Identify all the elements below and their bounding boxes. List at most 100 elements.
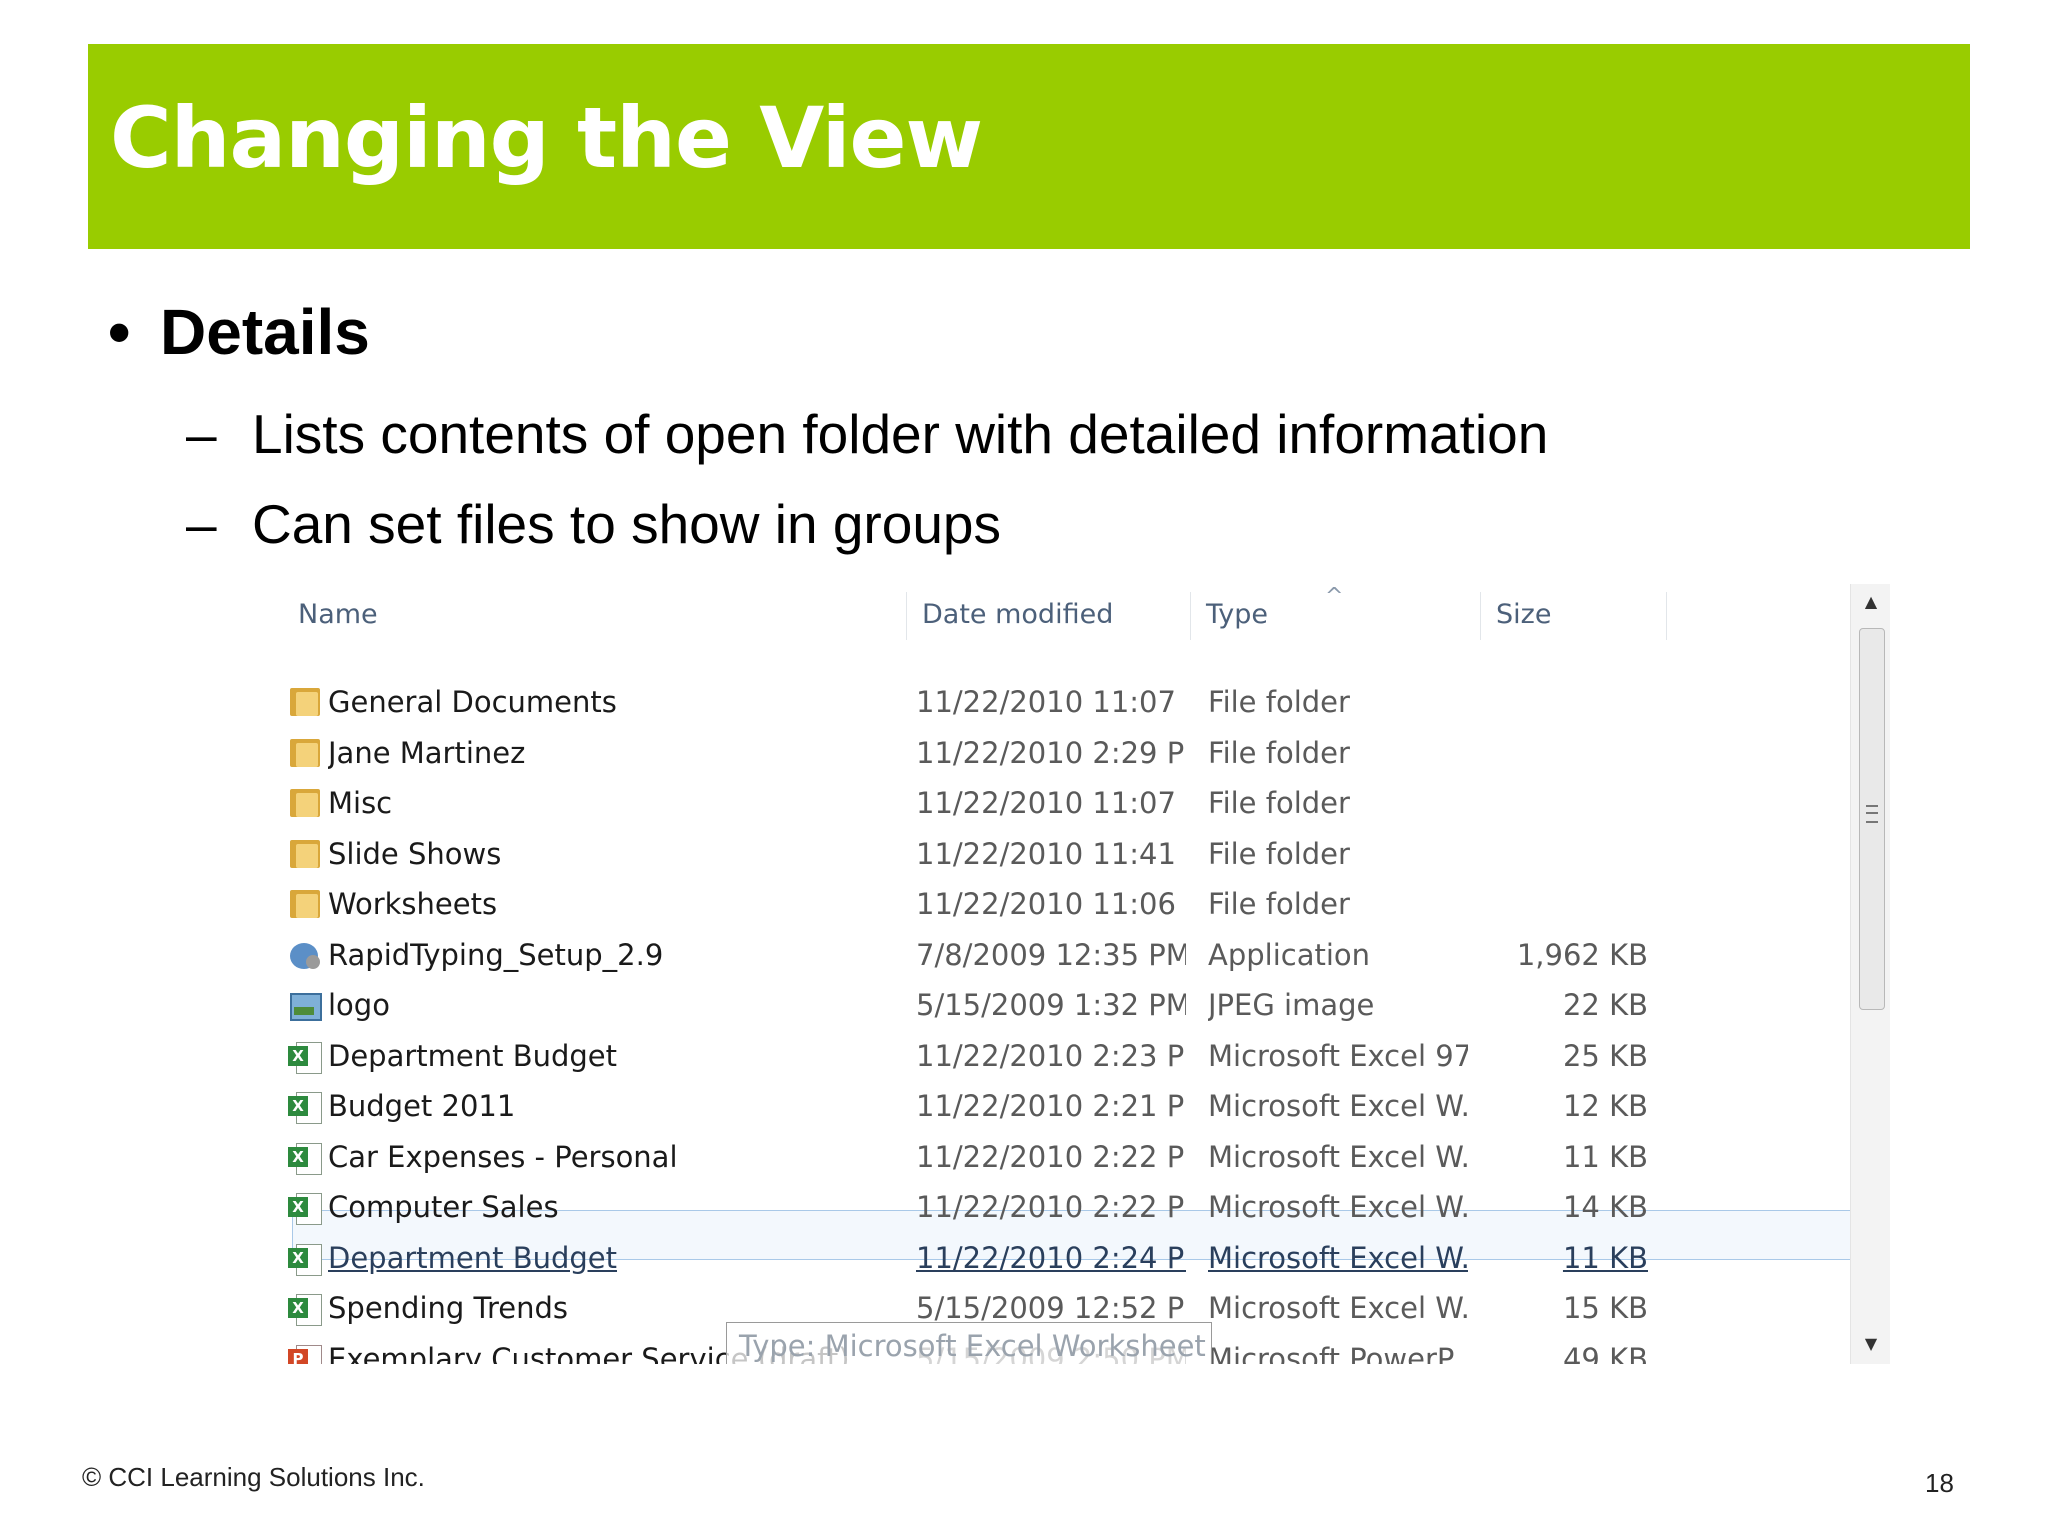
file-date-modified: 11/22/2010 11:07 ... — [916, 685, 1186, 719]
file-date-modified: 11/22/2010 2:21 PM — [916, 1089, 1186, 1123]
column-divider[interactable] — [906, 592, 907, 640]
file-name: Car Expenses - Personal — [328, 1140, 678, 1174]
file-type: Microsoft Excel W... — [1208, 1140, 1468, 1174]
column-divider[interactable] — [1480, 592, 1481, 640]
excel-icon: X — [288, 1090, 322, 1124]
scroll-thumb[interactable] — [1859, 628, 1885, 1010]
column-header-date-modified[interactable]: Date modified — [922, 584, 1172, 646]
subbullet-1: – Lists contents of open folder with deta… — [186, 407, 1548, 462]
file-type: File folder — [1208, 887, 1350, 921]
folder-icon — [288, 838, 322, 870]
file-name: Misc — [328, 786, 393, 820]
vertical-scrollbar[interactable]: ▲ ▼ — [1850, 584, 1890, 1364]
file-type: File folder — [1208, 837, 1350, 871]
file-row[interactable]: Worksheets 11/22/2010 11:06 ... File folde… — [288, 880, 1890, 928]
folder-icon — [288, 787, 322, 819]
subbullet-text: Can set files to show in groups — [252, 493, 1001, 555]
file-row[interactable]: Slide Shows 11/22/2010 11:41 ... File fold… — [288, 830, 1890, 878]
file-date-modified: 11/22/2010 2:23 PM — [916, 1039, 1186, 1073]
file-row[interactable]: Jane Martinez 11/22/2010 2:29 PM File fold… — [288, 729, 1890, 777]
file-size — [1488, 880, 1648, 928]
file-name: Slide Shows — [328, 837, 502, 871]
copyright-footer: © CCI Learning Solutions Inc. — [82, 1462, 425, 1492]
file-type: Microsoft Excel W... — [1208, 1291, 1468, 1325]
slide-title-bar: Changing the View — [88, 44, 1970, 249]
page-number: 18 — [1925, 1468, 1954, 1498]
file-name: logo — [328, 988, 390, 1022]
file-type: JPEG image — [1208, 988, 1375, 1022]
bullet-details: • Details — [108, 300, 370, 364]
file-size — [1488, 830, 1648, 878]
file-date-modified: 11/22/2010 11:06 ... — [916, 887, 1186, 921]
file-row[interactable]: X Budget 2011 11/22/2010 2:21 PM Microsoft … — [288, 1082, 1890, 1130]
file-row[interactable]: X Department Budget 11/22/2010 2:24 PM Micr… — [288, 1234, 1890, 1282]
file-type: File folder — [1208, 736, 1350, 770]
file-row[interactable]: General Documents 11/22/2010 11:07 ... Fil… — [288, 678, 1890, 726]
file-date-modified: 11/22/2010 11:41 ... — [916, 837, 1186, 871]
scroll-down-icon[interactable]: ▼ — [1851, 1326, 1890, 1362]
file-name: Worksheets — [328, 887, 498, 921]
subbullet-2: – Can set files to show in groups — [186, 497, 1001, 552]
file-date-modified: 5/15/2009 1:32 PM — [916, 988, 1186, 1022]
file-date-modified: 11/22/2010 2:29 PM — [916, 736, 1186, 770]
excel-icon: X — [288, 1292, 322, 1326]
image-icon — [288, 989, 322, 1021]
file-size: 1,962 KB — [1516, 938, 1648, 972]
sort-ascending-icon: ^ — [1325, 584, 1344, 609]
column-header-size[interactable]: Size — [1496, 584, 1636, 646]
file-date-modified: 11/22/2010 11:07 ... — [916, 786, 1186, 820]
file-size — [1488, 729, 1648, 777]
file-size: 14 KB — [1562, 1190, 1648, 1224]
file-row[interactable]: Misc 11/22/2010 11:07 ... File folder — [288, 779, 1890, 827]
file-size — [1488, 678, 1648, 726]
folder-icon — [288, 737, 322, 769]
file-size: 15 KB — [1562, 1291, 1648, 1325]
file-row[interactable]: X Computer Sales 11/22/2010 2:22 PM Microso… — [288, 1183, 1890, 1231]
file-name: Budget 2011 — [328, 1089, 516, 1123]
excel-icon: X — [288, 1141, 322, 1175]
file-type: Microsoft Excel W... — [1208, 1089, 1468, 1123]
file-name: Computer Sales — [328, 1190, 559, 1224]
file-size: 25 KB — [1562, 1039, 1648, 1073]
file-date-modified: 7/8/2009 12:35 PM — [916, 938, 1186, 972]
application-icon — [288, 939, 322, 971]
column-divider[interactable] — [1190, 592, 1191, 640]
file-type: Application — [1208, 938, 1371, 972]
excel-icon: X — [288, 1040, 322, 1074]
powerpoint-icon: P — [288, 1343, 322, 1364]
column-divider[interactable] — [1666, 592, 1667, 640]
subbullet-dash: – — [186, 403, 217, 465]
file-row[interactable]: RapidTyping_Setup_2.9 7/8/2009 12:35 PM Ap… — [288, 931, 1890, 979]
file-size — [1488, 779, 1648, 827]
column-header-name[interactable]: Name — [298, 584, 898, 646]
file-explorer-details-view: Name Date modified Type ^ Size General D… — [258, 584, 1890, 1364]
slide-title: Changing the View — [110, 89, 983, 187]
file-type: Microsoft PowerP... — [1208, 1342, 1468, 1364]
excel-icon: X — [288, 1242, 322, 1276]
file-name: RapidTyping_Setup_2.9 — [328, 938, 664, 972]
file-type: File folder — [1208, 685, 1350, 719]
subbullet-text: Lists contents of open folder with detai… — [252, 403, 1549, 465]
file-type: Microsoft Excel W... — [1208, 1241, 1468, 1275]
file-size: 11 KB — [1562, 1140, 1648, 1174]
file-name: General Documents — [328, 685, 617, 719]
file-date-modified: 11/22/2010 2:22 PM — [916, 1190, 1186, 1224]
subbullet-dash: – — [186, 493, 217, 555]
file-name: Department Budget — [328, 1039, 618, 1073]
file-size: 12 KB — [1562, 1089, 1648, 1123]
bullet-dot: • — [108, 296, 131, 368]
type-tooltip: Type: Microsoft Excel Worksheet — [726, 1322, 1212, 1364]
file-row[interactable]: logo 5/15/2009 1:32 PM JPEG image 22 KB — [288, 981, 1890, 1029]
file-date-modified: 11/22/2010 2:22 PM — [916, 1140, 1186, 1174]
file-row[interactable]: X Department Budget 11/22/2010 2:23 PM Micr… — [288, 1032, 1890, 1080]
grip-icon — [1866, 805, 1878, 823]
file-type: Microsoft Excel W... — [1208, 1190, 1468, 1224]
file-row[interactable]: X Car Expenses - Personal 11/22/2010 2:22 … — [288, 1133, 1890, 1181]
excel-icon: X — [288, 1191, 322, 1225]
file-type: File folder — [1208, 786, 1350, 820]
file-name: Department Budget — [328, 1241, 618, 1275]
file-size: 49 KB — [1562, 1342, 1648, 1364]
file-size: 22 KB — [1562, 988, 1648, 1022]
scroll-up-icon[interactable]: ▲ — [1851, 584, 1890, 620]
file-type: Microsoft Excel 97... — [1208, 1039, 1468, 1073]
